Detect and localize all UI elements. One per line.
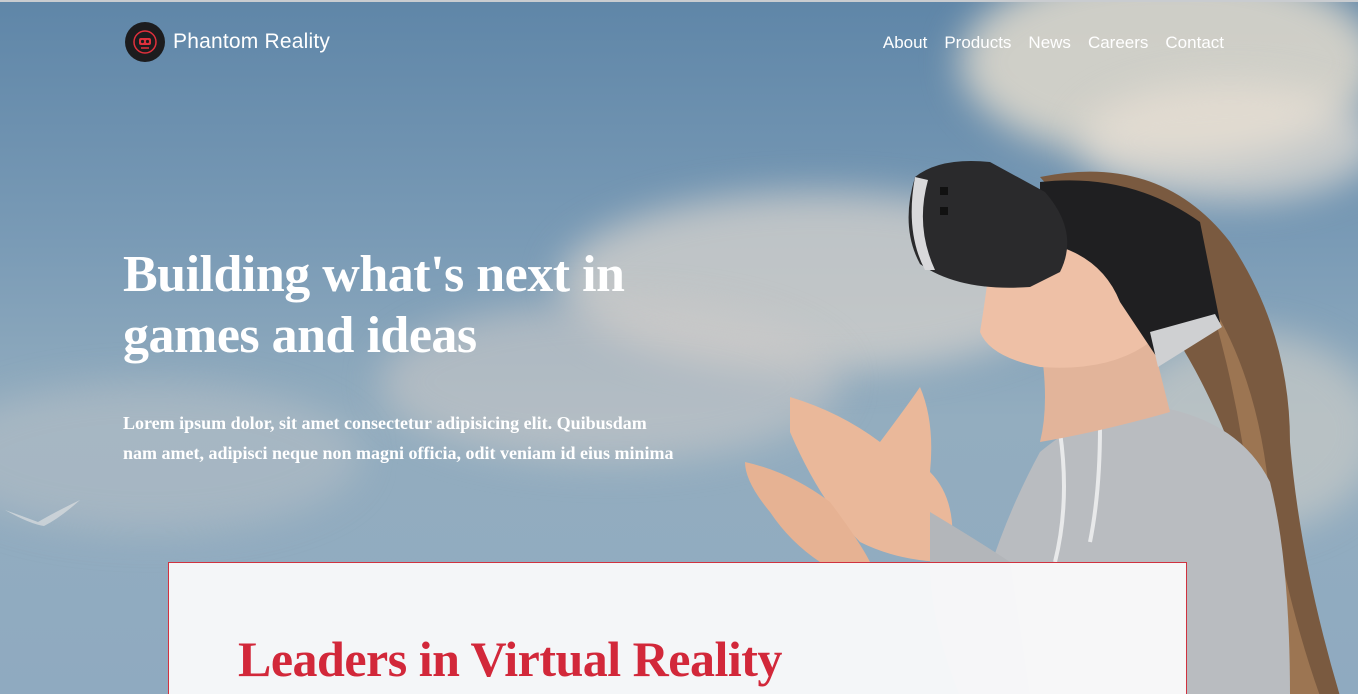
section-title: Leaders in Virtual Reality: [238, 631, 782, 687]
hero-section: Phantom Reality About Products News Care…: [0, 0, 1358, 694]
nav-item-products[interactable]: Products: [944, 33, 1011, 53]
hero-headline: Building what's next in games and ideas: [123, 246, 625, 364]
nav-item-news[interactable]: News: [1028, 33, 1071, 53]
nav-item-careers[interactable]: Careers: [1088, 33, 1148, 53]
nav-item-contact[interactable]: Contact: [1165, 33, 1224, 53]
top-navigation-bar: Phantom Reality About Products News Care…: [0, 2, 1358, 82]
brand-name[interactable]: Phantom Reality: [173, 30, 330, 54]
nav-item-about[interactable]: About: [883, 33, 927, 53]
hero-lead-text: Lorem ipsum dolor, sit amet consectetur …: [123, 413, 674, 463]
intro-card: Leaders in Virtual Reality: [168, 562, 1187, 694]
main-nav: About Products News Careers Contact: [883, 33, 1224, 53]
brand[interactable]: Phantom Reality: [125, 22, 330, 62]
vr-mask-icon[interactable]: [125, 22, 165, 62]
